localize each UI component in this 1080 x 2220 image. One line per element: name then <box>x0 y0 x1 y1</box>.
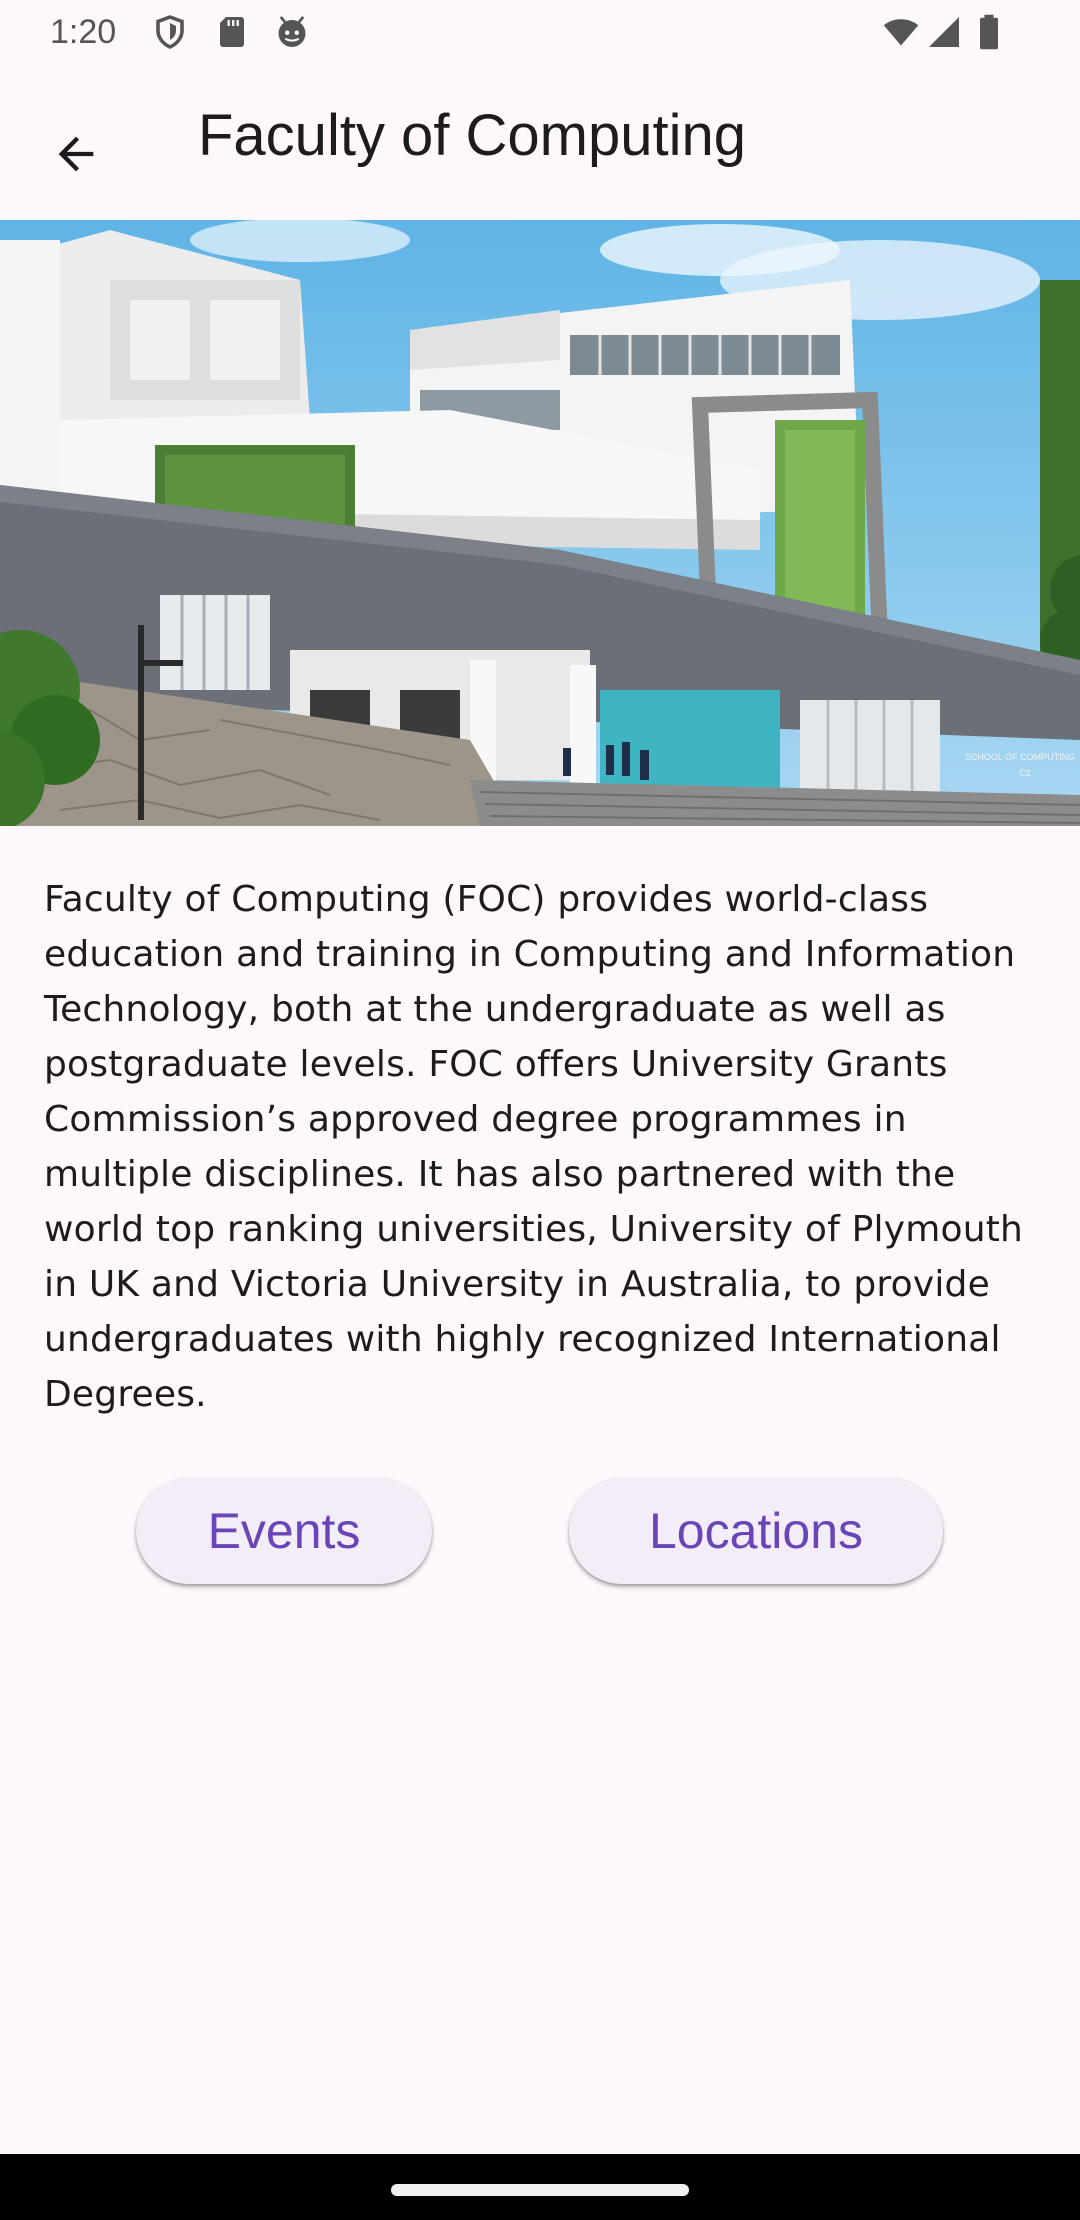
building-sign-line1: SCHOOL OF COMPUTING <box>965 752 1075 762</box>
status-bar: 1:20 <box>0 0 1080 66</box>
building-sign-line2: C2 <box>1019 768 1031 778</box>
wifi-icon <box>883 19 919 46</box>
locations-button[interactable]: Locations <box>569 1478 943 1584</box>
sd-card-icon <box>220 17 244 47</box>
hero-image: SCHOOL OF COMPUTING C2 <box>0 220 1080 826</box>
battery-icon <box>980 14 998 50</box>
home-indicator[interactable] <box>391 2184 689 2196</box>
building-photo: SCHOOL OF COMPUTING C2 <box>0 220 1080 826</box>
page-title: Faculty of Computing <box>198 103 747 168</box>
cellular-signal-icon <box>929 17 959 47</box>
android-icon <box>278 16 306 47</box>
status-time: 1:20 <box>50 13 117 51</box>
arrow-back-icon <box>58 136 94 172</box>
events-button[interactable]: Events <box>136 1478 432 1584</box>
faculty-description: Faculty of Computing (FOC) provides worl… <box>44 879 1024 1415</box>
back-button[interactable] <box>34 112 118 196</box>
shield-icon <box>156 15 184 49</box>
navigation-bar <box>0 2154 1080 2220</box>
app-bar: Faculty of Computing <box>0 66 1080 220</box>
